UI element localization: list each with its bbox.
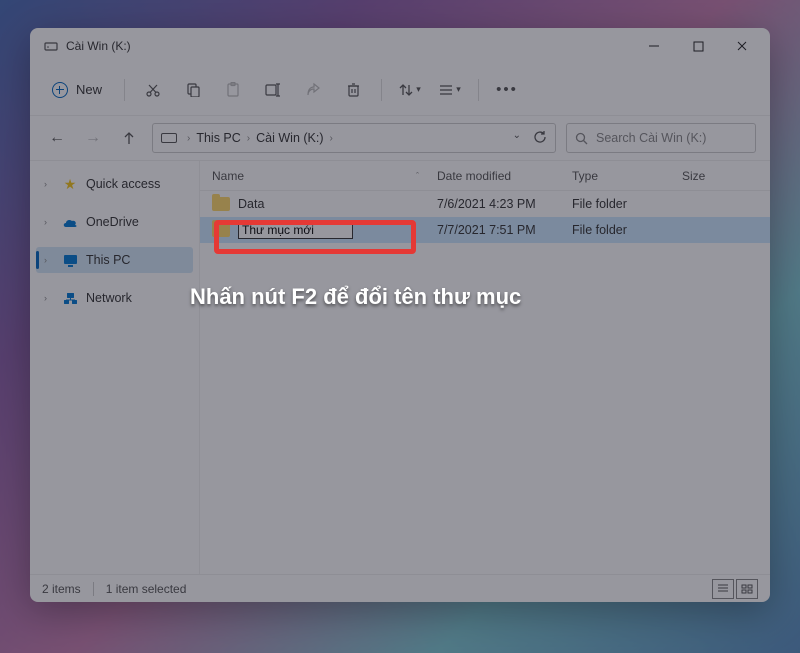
sidebar-item-network[interactable]: › Network [36, 285, 193, 311]
sidebar: › ★ Quick access › OneDrive › This PC [30, 161, 200, 574]
chevron-right-icon: › [187, 133, 190, 144]
table-row[interactable]: 7/7/2021 7:51 PM File folder [200, 217, 770, 243]
delete-button[interactable] [335, 72, 371, 108]
nav-up-button[interactable] [116, 131, 142, 145]
file-date: 7/6/2021 4:23 PM [437, 197, 572, 211]
breadcrumb-dropdown-icon[interactable]: ⌄ [513, 130, 521, 147]
chevron-right-icon: › [330, 133, 333, 144]
status-selected-count: 1 item selected [106, 582, 187, 596]
copy-button[interactable] [175, 72, 211, 108]
chevron-right-icon: › [247, 133, 250, 144]
breadcrumb-seg-thispc[interactable]: This PC [196, 131, 240, 145]
sidebar-item-quick-access[interactable]: › ★ Quick access [36, 171, 193, 197]
file-type: File folder [572, 197, 682, 211]
star-icon: ★ [62, 176, 78, 192]
chevron-right-icon: › [44, 179, 54, 189]
table-row[interactable]: Data 7/6/2021 4:23 PM File folder [200, 191, 770, 217]
sidebar-label: Network [86, 291, 132, 305]
file-date: 7/7/2021 7:51 PM [437, 223, 572, 237]
folder-icon [212, 197, 230, 211]
rename-input[interactable] [238, 221, 353, 239]
more-button[interactable]: ••• [489, 72, 525, 108]
close-button[interactable] [720, 30, 764, 62]
refresh-button[interactable] [533, 130, 547, 147]
file-explorer-window: Cài Win (K:) New [30, 28, 770, 602]
window-title: Cài Win (K:) [66, 39, 131, 53]
sidebar-item-onedrive[interactable]: › OneDrive [36, 209, 193, 235]
sort-button[interactable]: ▾ [392, 72, 428, 108]
breadcrumb[interactable]: › This PC › Cài Win (K:) › ⌄ [152, 123, 556, 153]
thumbnails-view-button[interactable] [736, 579, 758, 599]
chevron-right-icon: › [44, 255, 54, 265]
drive-icon [161, 133, 177, 143]
status-item-count: 2 items [42, 582, 81, 596]
file-type: File folder [572, 223, 682, 237]
sidebar-label: This PC [86, 253, 130, 267]
search-input[interactable]: Search Cài Win (K:) [566, 123, 756, 153]
file-name: Data [238, 197, 264, 211]
chevron-right-icon: › [44, 217, 54, 227]
column-date[interactable]: Date modified [437, 169, 572, 183]
sidebar-label: OneDrive [86, 215, 139, 229]
annotation-text: Nhấn nút F2 để đổi tên thư mục [190, 284, 521, 310]
search-icon [575, 132, 588, 145]
paste-button[interactable] [215, 72, 251, 108]
details-view-button[interactable] [712, 579, 734, 599]
rename-button[interactable] [255, 72, 291, 108]
cloud-icon [62, 214, 78, 230]
chevron-right-icon: › [44, 293, 54, 303]
column-headers: Name ˆ Date modified Type Size [200, 161, 770, 191]
titlebar: Cài Win (K:) [30, 28, 770, 64]
monitor-icon [62, 252, 78, 268]
content-pane: Name ˆ Date modified Type Size Data 7/6/… [200, 161, 770, 574]
sidebar-item-this-pc[interactable]: › This PC [36, 247, 193, 273]
new-button[interactable]: New [40, 76, 114, 104]
column-size[interactable]: Size [682, 169, 758, 183]
cut-button[interactable] [135, 72, 171, 108]
plus-icon [52, 82, 68, 98]
nav-forward-button[interactable]: → [80, 129, 106, 147]
search-placeholder: Search Cài Win (K:) [596, 131, 706, 145]
breadcrumb-seg-drive[interactable]: Cài Win (K:) [256, 131, 323, 145]
toolbar: New ▾ ▾ ••• [30, 64, 770, 116]
maximize-button[interactable] [676, 30, 720, 62]
status-bar: 2 items 1 item selected [30, 574, 770, 602]
minimize-button[interactable] [632, 30, 676, 62]
drive-icon [44, 39, 58, 53]
column-type[interactable]: Type [572, 169, 682, 183]
network-icon [62, 290, 78, 306]
sort-asc-icon: ˆ [416, 171, 419, 181]
view-button[interactable]: ▾ [432, 72, 468, 108]
sidebar-label: Quick access [86, 177, 160, 191]
column-name[interactable]: Name ˆ [212, 169, 437, 183]
navigation-row: ← → › This PC › Cài Win (K:) › ⌄ Search … [30, 116, 770, 160]
new-label: New [76, 82, 102, 97]
nav-back-button[interactable]: ← [44, 129, 70, 147]
share-button[interactable] [295, 72, 331, 108]
folder-icon [212, 223, 230, 237]
